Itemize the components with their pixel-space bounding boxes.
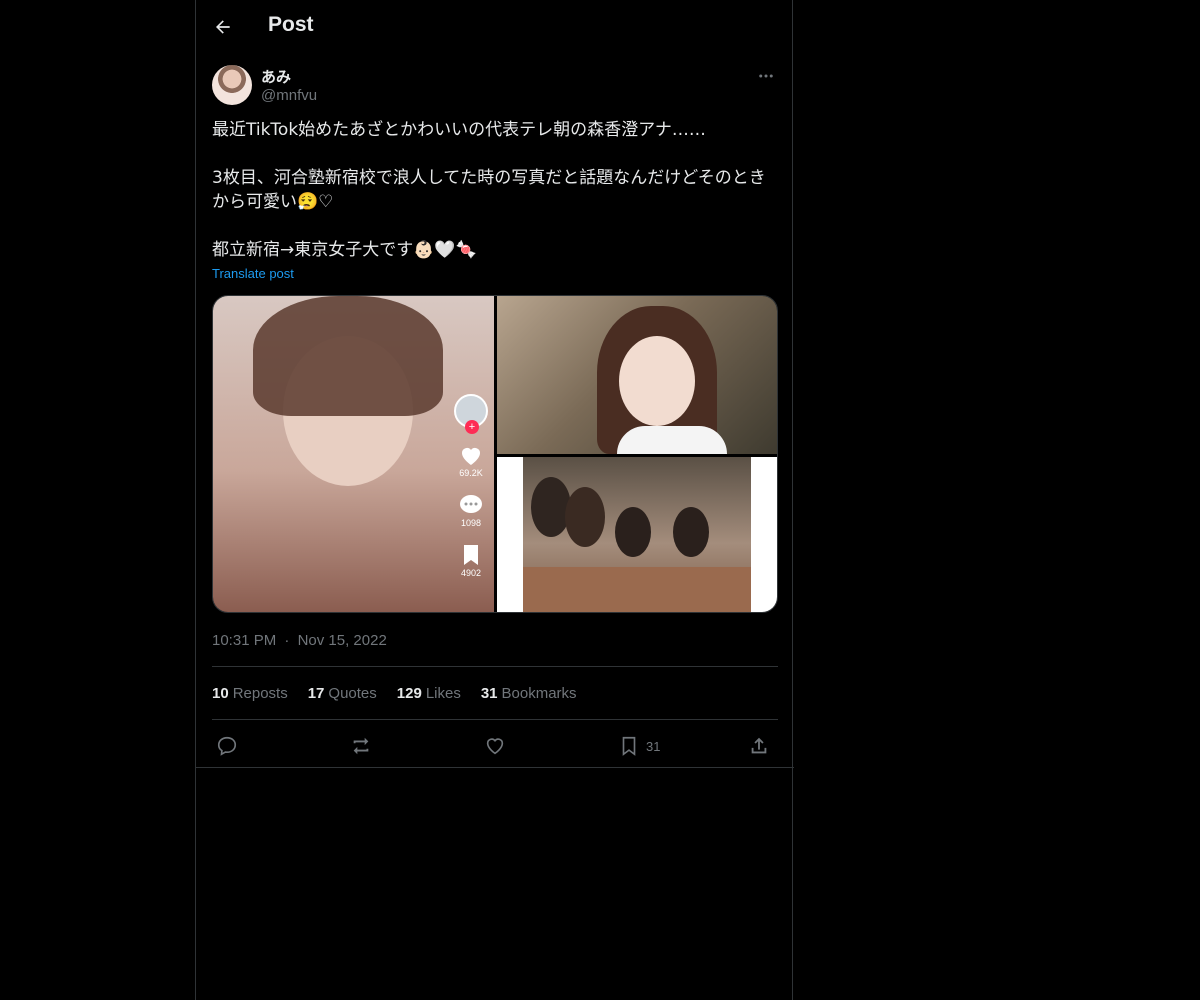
divider	[212, 719, 778, 720]
repost-icon	[353, 737, 369, 755]
more-options-button[interactable]	[754, 66, 778, 86]
post-stats: 10 Reposts 17 Quotes 129 Likes 31 Bookmarks	[212, 685, 577, 702]
author-name[interactable]: あみ	[261, 66, 291, 87]
photo-person	[565, 487, 605, 547]
stat-likes[interactable]: 129 Likes	[397, 685, 461, 702]
post-text-line: 都立新宿→東京女子大です👶🏻🤍🍬	[212, 240, 477, 260]
divider	[212, 666, 778, 667]
post-text-line: 3枚目、河合塾新宿校で浪人してた時の写真だと話題なんだけどそのとき	[212, 168, 766, 188]
tiktok-sidebar: + 69.2K 1098 4902	[454, 394, 488, 594]
comment-icon	[460, 495, 482, 513]
photo-person	[673, 507, 709, 557]
translate-post-link[interactable]: Translate post	[212, 266, 294, 281]
tiktok-saves: 4902	[454, 544, 488, 578]
reply-button[interactable]	[216, 734, 238, 758]
photo-person	[615, 507, 651, 557]
photo-table	[523, 567, 751, 612]
photo-tiktok-screenshot[interactable]: + 69.2K 1098 4902	[213, 296, 494, 612]
stat-quotes[interactable]: 17 Quotes	[308, 685, 377, 702]
post-text: 最近TikTok始めたあざとかわいいの代表テレ朝の森香澄アナ…… 3枚目、河合塾…	[212, 118, 778, 262]
post-text-line: 最近TikTok始めたあざとかわいいの代表テレ朝の森香澄アナ……	[212, 120, 706, 140]
bookmark-icon	[622, 736, 636, 756]
tiktok-avatar: +	[454, 394, 488, 434]
more-icon	[759, 74, 773, 78]
stat-reposts[interactable]: 10 Reposts	[212, 685, 288, 702]
media-grid: + 69.2K 1098 4902	[212, 295, 778, 613]
divider	[196, 767, 794, 768]
heart-icon	[462, 448, 480, 465]
heart-icon	[486, 738, 504, 755]
photo-shirt	[617, 426, 727, 454]
post-author: あみ @mnfvu	[212, 64, 778, 108]
tiktok-comments-count: 1098	[460, 518, 482, 528]
timestamp-separator: ·	[284, 632, 290, 649]
arrow-left-icon	[216, 20, 230, 34]
tiktok-comments: 1098	[454, 494, 488, 528]
page-title: Post	[268, 13, 314, 36]
photo-hair	[253, 296, 443, 416]
photo-face	[619, 336, 695, 426]
post-column: Post あみ @mnfvu 最近TikTok始めたあざとかわいいの代表テレ朝の…	[195, 0, 794, 1000]
post-text-line: から可愛い😮‍💨♡	[212, 192, 334, 212]
post-actions: 31	[212, 732, 778, 760]
back-button[interactable]	[208, 10, 238, 44]
bookmark-icon	[464, 545, 478, 565]
avatar[interactable]	[212, 65, 252, 105]
author-handle[interactable]: @mnfvu	[261, 87, 317, 104]
photo-group-image	[523, 457, 751, 612]
like-button[interactable]	[484, 734, 506, 758]
post-header: Post	[196, 0, 794, 54]
post-date: Nov 15, 2022	[297, 632, 387, 649]
photo-portrait[interactable]	[497, 296, 777, 454]
photo-group[interactable]	[497, 457, 777, 612]
bookmark-count: 31	[646, 738, 661, 754]
bookmark-button[interactable]: 31	[618, 734, 660, 758]
post-timestamp[interactable]: 10:31 PM · Nov 15, 2022	[212, 632, 387, 649]
tiktok-likes-count: 69.2K	[459, 468, 483, 478]
tiktok-saves-count: 4902	[460, 568, 482, 578]
stat-bookmarks[interactable]: 31 Bookmarks	[481, 685, 577, 702]
share-icon	[751, 737, 767, 754]
post-time: 10:31 PM	[212, 632, 277, 649]
repost-button[interactable]	[350, 734, 372, 758]
tiktok-likes: 69.2K	[454, 444, 488, 478]
share-button[interactable]	[748, 734, 770, 758]
reply-icon	[217, 736, 237, 756]
